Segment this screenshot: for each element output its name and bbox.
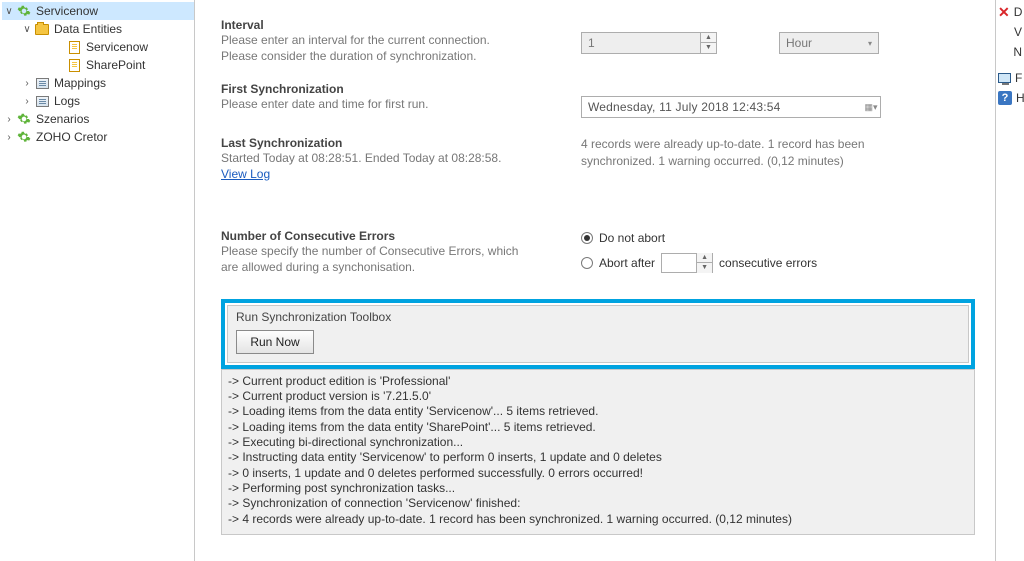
side-label: H: [1016, 91, 1024, 105]
tree-label: Servicenow: [34, 4, 98, 18]
blank-icon: [998, 44, 1009, 60]
firstsync-title: First Synchronization: [221, 82, 581, 96]
log-line: -> 4 records were already up-to-date. 1 …: [228, 512, 968, 527]
radio-abort-after[interactable]: Abort after ▲ ▼ consecutive errors: [581, 253, 817, 273]
tree-label: Szenarios: [34, 112, 89, 126]
toolbox-highlight: Run Synchronization Toolbox Run Now: [221, 299, 975, 369]
log-line: -> Loading items from the data entity 'S…: [228, 420, 968, 435]
log-line: -> Synchronization of connection 'Servic…: [228, 496, 968, 511]
sync-log-output[interactable]: -> Current product edition is 'Professio…: [221, 369, 975, 535]
interval-desc1: Please enter an interval for the current…: [221, 32, 581, 48]
side-label: V: [1014, 25, 1022, 39]
tree-label: ZOHO Cretor: [34, 130, 107, 144]
gear-icon: [16, 129, 32, 145]
spin-up-icon[interactable]: ▲: [700, 33, 716, 43]
log-line: -> Current product edition is 'Professio…: [228, 374, 968, 389]
radio-icon: [581, 232, 593, 244]
side-label: D: [1014, 5, 1023, 19]
radio-do-not-abort[interactable]: Do not abort: [581, 231, 665, 245]
expand-toggle[interactable]: ›: [20, 78, 34, 89]
firstsync-desc: Please enter date and time for first run…: [221, 96, 581, 112]
gear-icon: [16, 111, 32, 127]
expand-toggle[interactable]: ›: [2, 132, 16, 143]
side-item-v[interactable]: V: [998, 22, 1022, 42]
lastsync-summary: 4 records were already up-to-date. 1 rec…: [581, 136, 881, 168]
firstsync-value: Wednesday, 11 July 2018 12:43:54: [582, 100, 862, 114]
radio-label-suffix: consecutive errors: [719, 256, 817, 270]
log-line: -> 0 inserts, 1 update and 0 deletes per…: [228, 466, 968, 481]
tree-node-servicenow[interactable]: ∨ Servicenow: [2, 2, 194, 20]
tree-node-szenarios[interactable]: › Szenarios: [2, 110, 194, 128]
errors-desc2: are allowed during a synchonisation.: [221, 259, 581, 275]
radio-label: Do not abort: [599, 231, 665, 245]
monitor-icon: [998, 70, 1011, 86]
tree-label: SharePoint: [84, 58, 145, 72]
navigation-tree: ∨ Servicenow ∨ Data Entities: [0, 0, 195, 561]
log-line: -> Current product version is '7.21.5.0': [228, 389, 968, 404]
main-panel: Interval Please enter an interval for th…: [195, 0, 996, 561]
run-now-button[interactable]: Run Now: [236, 330, 314, 354]
interval-title: Interval: [221, 18, 581, 32]
lastsync-title: Last Synchronization: [221, 136, 581, 150]
interval-unit-combo[interactable]: Hour ▾: [779, 32, 879, 54]
log-line: -> Performing post synchronization tasks…: [228, 481, 968, 496]
tree-label: Servicenow: [84, 40, 148, 54]
interval-value-spinner[interactable]: 1 ▲ ▼: [581, 32, 717, 54]
expand-toggle[interactable]: ›: [20, 96, 34, 107]
log-icon: [34, 75, 50, 91]
log-line: -> Executing bi-directional synchronizat…: [228, 435, 968, 450]
run-sync-toolbox: Run Synchronization Toolbox Run Now: [227, 305, 969, 363]
tree-node-zoho[interactable]: › ZOHO Cretor: [2, 128, 194, 146]
spin-down-icon[interactable]: ▼: [700, 43, 716, 53]
folder-icon: [34, 21, 50, 37]
side-item-delete[interactable]: ✕ D: [998, 2, 1022, 22]
close-icon: ✕: [998, 4, 1010, 20]
interval-unit: Hour: [780, 36, 862, 50]
tree-label: Mappings: [52, 76, 106, 90]
tree-label: Data Entities: [52, 22, 122, 36]
spin-up-icon[interactable]: ▲: [696, 253, 712, 263]
side-item-f[interactable]: F: [998, 68, 1022, 88]
lastsync-status: Started Today at 08:28:51. Ended Today a…: [221, 150, 581, 166]
gear-icon: [16, 3, 32, 19]
help-icon: ?: [998, 90, 1012, 106]
page-icon: [66, 57, 82, 73]
expand-toggle[interactable]: ∨: [2, 6, 16, 17]
log-icon: [34, 93, 50, 109]
tree-node-logs[interactable]: › Logs: [20, 92, 194, 110]
side-label: N: [1013, 45, 1022, 59]
view-log-link[interactable]: View Log: [221, 167, 270, 181]
calendar-dropdown-icon[interactable]: ▦▾: [862, 102, 880, 113]
abort-count-spinner[interactable]: ▲ ▼: [661, 253, 713, 273]
interval-value: 1: [582, 36, 700, 50]
spin-down-icon[interactable]: ▼: [696, 263, 712, 273]
tree-node-data-entities[interactable]: ∨ Data Entities: [20, 20, 194, 38]
radio-icon: [581, 257, 593, 269]
interval-desc2: Please consider the duration of synchron…: [221, 48, 581, 64]
tree-label: Logs: [52, 94, 80, 108]
firstsync-datetime-picker[interactable]: Wednesday, 11 July 2018 12:43:54 ▦▾: [581, 96, 881, 118]
expand-toggle[interactable]: ∨: [20, 24, 34, 35]
tree-node-entity-servicenow[interactable]: · Servicenow: [52, 38, 194, 56]
radio-label-prefix: Abort after: [599, 256, 655, 270]
page-icon: [66, 39, 82, 55]
log-line: -> Loading items from the data entity 'S…: [228, 404, 968, 419]
side-item-help[interactable]: ? H: [998, 88, 1022, 108]
errors-desc1: Please specify the number of Consecutive…: [221, 243, 581, 259]
errors-title: Number of Consecutive Errors: [221, 229, 581, 243]
side-item-n[interactable]: N: [998, 42, 1022, 62]
side-label: F: [1015, 71, 1022, 85]
blank-icon: [998, 24, 1010, 40]
toolbox-title: Run Synchronization Toolbox: [236, 310, 960, 324]
tree-node-entity-sharepoint[interactable]: · SharePoint: [52, 56, 194, 74]
chevron-down-icon: ▾: [862, 39, 878, 48]
log-line: -> Instructing data entity 'Servicenow' …: [228, 450, 968, 465]
right-toolbar: ✕ D V N F ? H: [996, 0, 1024, 561]
tree-node-mappings[interactable]: › Mappings: [20, 74, 194, 92]
expand-toggle[interactable]: ›: [2, 114, 16, 125]
